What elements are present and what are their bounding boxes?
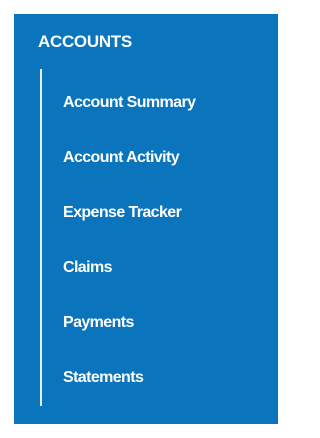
nav-rail-divider: [40, 69, 42, 406]
sidebar-item-expense-tracker[interactable]: Expense Tracker: [63, 203, 182, 223]
sidebar-item-payments[interactable]: Payments: [63, 313, 134, 333]
accounts-sidebar: ACCOUNTS Account Summary Account Activit…: [14, 14, 278, 424]
sidebar-item-account-activity[interactable]: Account Activity: [63, 148, 180, 168]
section-title: ACCOUNTS: [38, 32, 132, 51]
sidebar-item-statements[interactable]: Statements: [63, 368, 144, 388]
sidebar-item-account-summary[interactable]: Account Summary: [63, 93, 196, 113]
sidebar-item-claims[interactable]: Claims: [63, 258, 112, 278]
